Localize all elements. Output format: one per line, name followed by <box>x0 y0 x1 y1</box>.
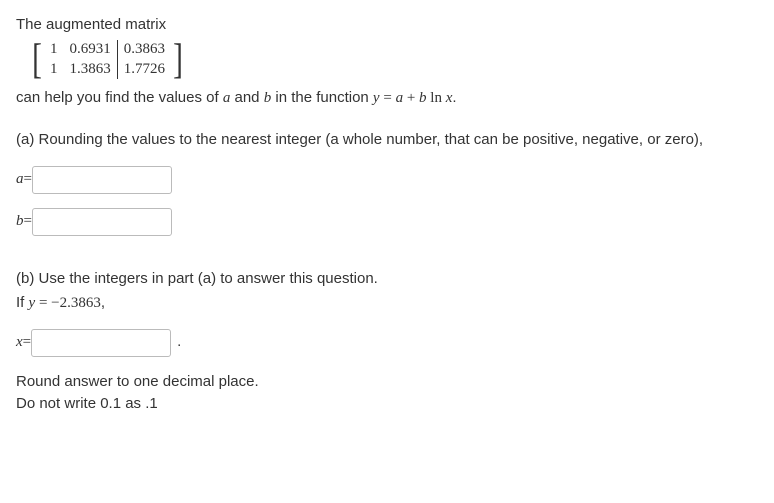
answer-row-a: a= <box>16 166 758 194</box>
comma: , <box>101 294 105 311</box>
eq-x: = <box>23 331 31 354</box>
label-a: a <box>16 168 24 191</box>
intro-line2: can help you find the values of a and b … <box>16 87 758 110</box>
input-x[interactable] <box>31 329 171 357</box>
ln-text: ln <box>427 90 446 106</box>
part-a-prompt: (a) Rounding the values to the nearest i… <box>16 129 758 152</box>
cell-r2c1: 1 <box>44 60 64 80</box>
var-y: y <box>373 90 380 106</box>
label-x: x <box>16 331 23 354</box>
hint-1: Round answer to one decimal place. <box>16 371 758 394</box>
text-segment: can help you find the values of <box>16 89 223 106</box>
plus: + <box>403 90 419 106</box>
matrix-table: 1 0.6931 0.3863 1 1.3863 1.7726 <box>44 40 171 79</box>
text-segment: and <box>230 89 263 106</box>
table-row: 1 1.3863 1.7726 <box>44 60 171 80</box>
intro-line1: The augmented matrix <box>16 14 758 37</box>
left-bracket: [ <box>32 39 42 81</box>
augmented-matrix: [ 1 0.6931 0.3863 1 1.3863 1.7726 ] <box>30 39 185 81</box>
right-bracket: ] <box>173 39 183 81</box>
cell-r1c2: 0.6931 <box>64 40 118 60</box>
answer-row-b: b= <box>16 208 758 236</box>
input-a[interactable] <box>32 166 172 194</box>
equals: = <box>380 90 396 106</box>
hint-2: Do not write 0.1 as .1 <box>16 393 758 416</box>
var-b2: b <box>419 90 427 106</box>
table-row: 1 0.6931 0.3863 <box>44 40 171 60</box>
part-b-if: If y = −2.3863, <box>16 292 758 315</box>
y-value: −2.3863 <box>51 295 101 311</box>
input-b[interactable] <box>32 208 172 236</box>
period: . <box>452 89 456 106</box>
label-b: b <box>16 210 24 233</box>
eq-b: = <box>24 210 32 233</box>
trailing-period: . <box>177 331 181 354</box>
equals2: = <box>35 295 51 311</box>
text-segment: in the function <box>271 89 373 106</box>
cell-r1c1: 1 <box>44 40 64 60</box>
answer-row-x: x= . <box>16 329 758 357</box>
cell-r2c2: 1.3863 <box>64 60 118 80</box>
if-text: If <box>16 294 29 311</box>
part-b-prompt: (b) Use the integers in part (a) to answ… <box>16 268 758 291</box>
var-a2: a <box>396 90 404 106</box>
cell-r1c3: 0.3863 <box>117 40 171 60</box>
cell-r2c3: 1.7726 <box>117 60 171 80</box>
eq-a: = <box>24 168 32 191</box>
